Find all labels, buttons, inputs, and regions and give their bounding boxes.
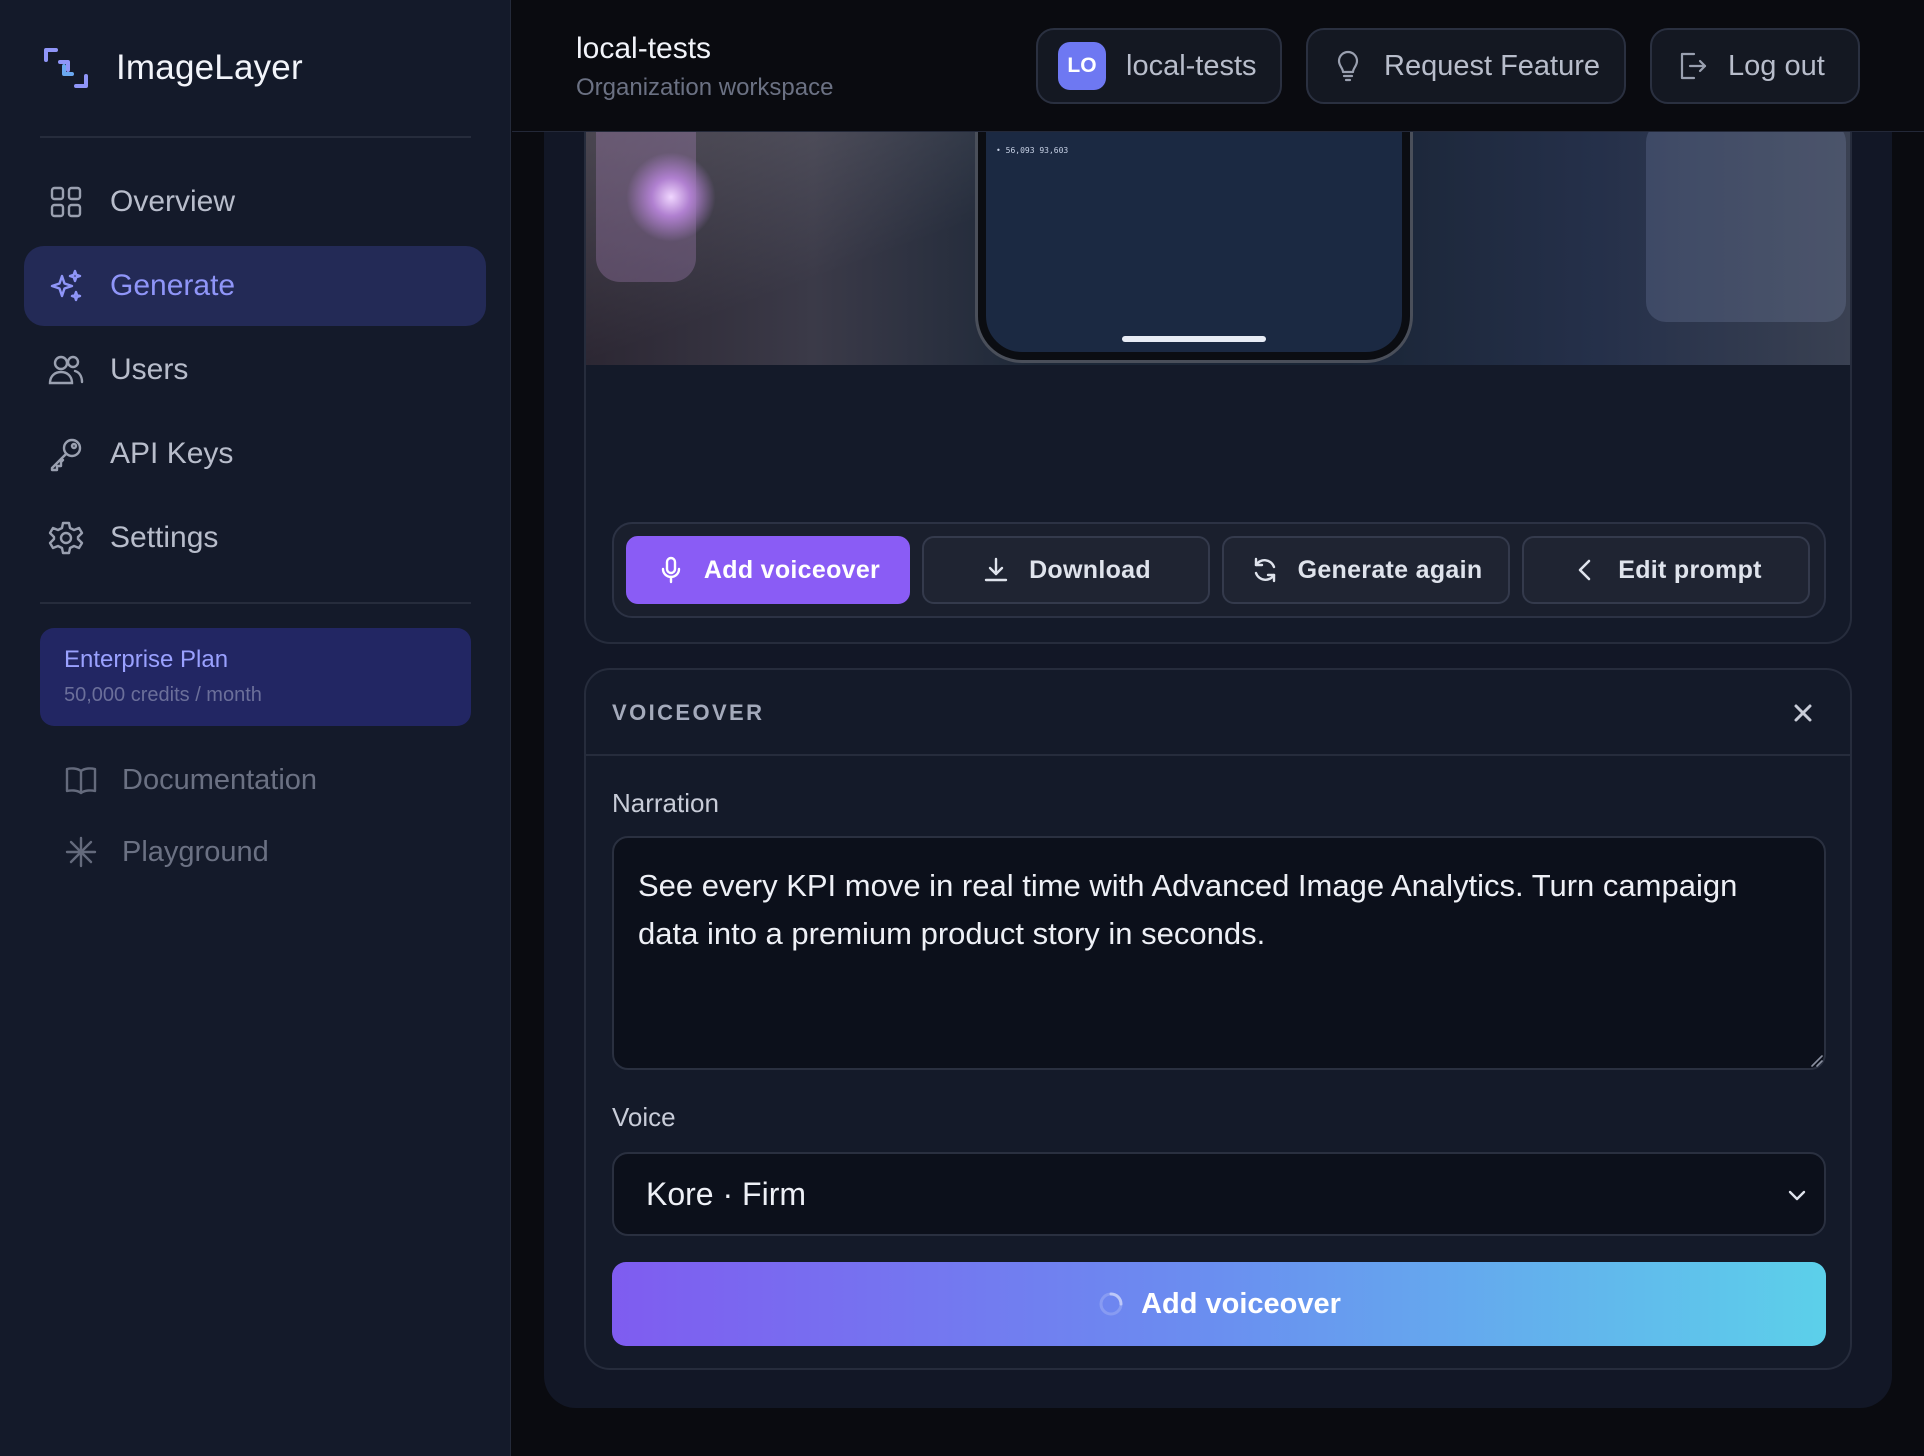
plan-credits: 50,000 credits / month: [64, 684, 262, 706]
divider: [40, 136, 471, 138]
org-avatar: LO: [1058, 42, 1106, 90]
top-header: local-tests Organization workspace LO lo…: [512, 0, 1924, 132]
grid-icon: [50, 186, 82, 218]
close-icon[interactable]: [1786, 696, 1820, 730]
request-feature-button[interactable]: Request Feature: [1306, 28, 1626, 104]
voiceover-header: VOICEOVER: [586, 670, 1850, 756]
add-voiceover-button[interactable]: Add voiceover: [626, 536, 910, 604]
voiceover-title: VOICEOVER: [612, 700, 765, 725]
chevron-down-icon: [1788, 1190, 1806, 1201]
action-bar: Add voiceover Download Generate again Ed…: [612, 522, 1826, 618]
sidebar-item-api-keys[interactable]: API Keys: [24, 414, 486, 494]
narration-label: Narration: [612, 788, 719, 818]
logout-button[interactable]: Log out: [1650, 28, 1860, 104]
workspace-subtitle: Organization workspace: [576, 74, 834, 101]
edit-prompt-button[interactable]: Edit prompt: [1522, 536, 1810, 604]
sidebar-item-users[interactable]: Users: [24, 330, 486, 410]
divider: [40, 602, 471, 604]
voice-select[interactable]: Kore · Firm: [612, 1152, 1826, 1236]
voice-label: Voice: [612, 1102, 676, 1132]
voiceover-panel: VOICEOVER Narration See every KPI move i…: [584, 668, 1852, 1370]
result-card: • 56,093 93,603 Add voiceover Download G…: [584, 132, 1852, 644]
key-icon: [50, 438, 82, 472]
add-voiceover-label: Add voiceover: [703, 555, 881, 584]
sidebar-item-settings[interactable]: Settings: [24, 498, 486, 578]
brand[interactable]: ImageLayer: [42, 40, 303, 96]
sparkles-icon: [50, 269, 82, 302]
narration-textarea[interactable]: See every KPI move in real time with Adv…: [612, 836, 1826, 1070]
sidebar-item-generate[interactable]: Generate: [24, 246, 486, 326]
logo-icon: [44, 48, 88, 88]
logout-icon: [1680, 52, 1707, 80]
download-icon: [984, 557, 1008, 582]
download-label: Download: [1029, 555, 1151, 584]
app-name: ImageLayer: [116, 48, 303, 87]
playground-link[interactable]: Playground: [64, 827, 269, 877]
spinner-icon: [1099, 1292, 1123, 1316]
microphone-icon: [661, 556, 681, 584]
voice-selected-value: Kore · Firm: [646, 1175, 806, 1212]
download-button[interactable]: Download: [922, 536, 1210, 604]
playground-label: Playground: [122, 835, 269, 868]
book-icon: [65, 767, 97, 795]
generated-image-preview[interactable]: • 56,093 93,603: [586, 132, 1850, 365]
refresh-icon: [1254, 557, 1275, 583]
org-switcher-button[interactable]: LO local-tests: [1036, 28, 1282, 104]
lightbulb-icon: [1337, 50, 1359, 82]
plan-name: Enterprise Plan: [64, 646, 229, 673]
asterisk-icon: [65, 836, 97, 868]
org-name: local-tests: [1126, 49, 1257, 82]
request-feature-label: Request Feature: [1384, 49, 1601, 82]
generate-again-button[interactable]: Generate again: [1222, 536, 1510, 604]
gear-icon: [48, 521, 84, 555]
sidebar-item-label: Generate: [110, 269, 236, 302]
sidebar-item-overview[interactable]: Overview: [24, 162, 486, 242]
users-icon: [48, 355, 84, 385]
sidebar-item-label: Overview: [110, 185, 236, 218]
submit-voiceover-label: Add voiceover: [1141, 1287, 1341, 1320]
phone-status-text: • 56,093 93,603: [996, 146, 1069, 155]
documentation-label: Documentation: [122, 763, 318, 796]
edit-prompt-label: Edit prompt: [1618, 555, 1762, 584]
documentation-link[interactable]: Documentation: [64, 755, 317, 805]
plan-card: Enterprise Plan 50,000 credits / month: [40, 628, 471, 726]
submit-voiceover-button[interactable]: Add voiceover: [612, 1262, 1826, 1346]
sidebar-item-label: Users: [110, 353, 189, 386]
resize-handle-icon[interactable]: [1808, 1052, 1824, 1068]
logout-label: Log out: [1728, 49, 1825, 82]
generate-again-label: Generate again: [1297, 555, 1483, 584]
sidebar-item-label: Settings: [110, 521, 219, 554]
sidebar-item-label: API Keys: [110, 437, 234, 470]
chevron-left-icon: [1578, 559, 1591, 581]
workspace-title: local-tests: [576, 32, 712, 65]
phone-mockup: • 56,093 93,603: [978, 132, 1410, 360]
sidebar: ImageLayer Overview Generate Users API K…: [0, 0, 511, 1456]
